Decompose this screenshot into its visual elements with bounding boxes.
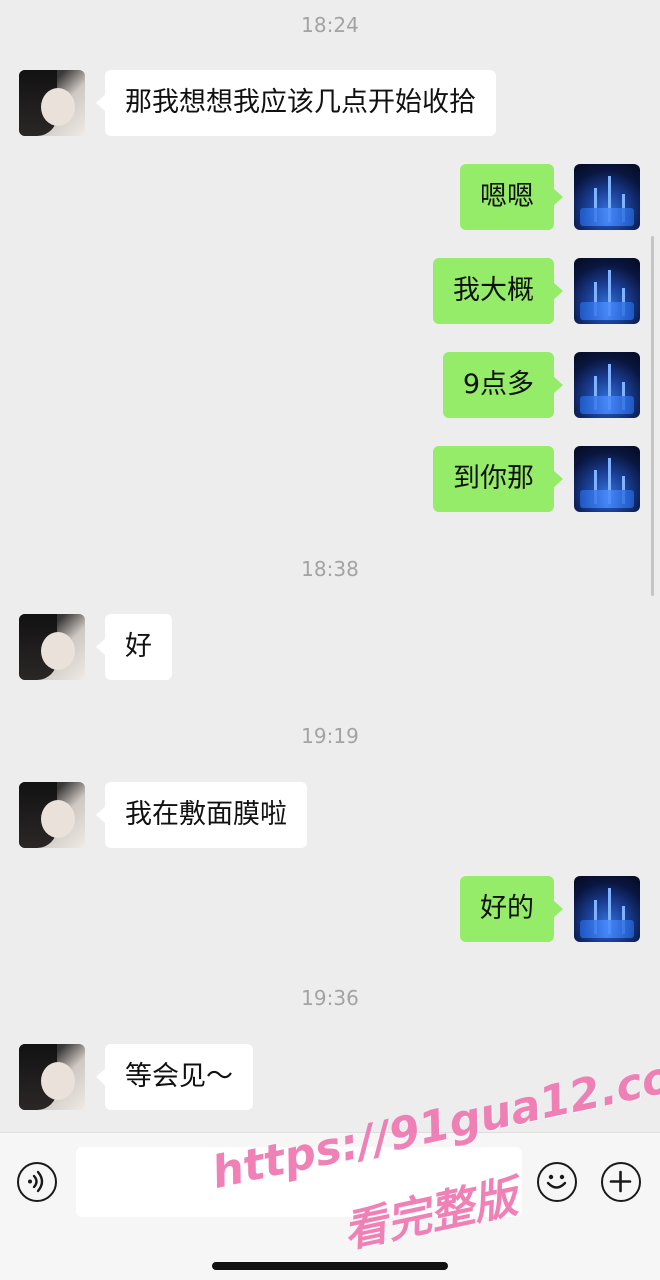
my-avatar[interactable] [574,446,640,512]
chat-message-list[interactable]: 18:24 那我想想我应该几点开始收拾 嗯嗯 我大概 9点多 到你那 18:38… [0,0,660,1132]
message-bubble-incoming[interactable]: 等会见～ [96,1044,253,1110]
timestamp: 19:19 [301,724,359,748]
message-bubble-outgoing[interactable]: 我大概 [433,258,563,324]
more-options-button[interactable] [601,1162,641,1202]
emoji-icon [546,1174,567,1189]
message-bubble-outgoing[interactable]: 到你那 [433,446,563,512]
message-bubble-outgoing[interactable]: 9点多 [442,352,564,418]
my-avatar[interactable] [574,352,640,418]
contact-avatar[interactable] [19,70,85,136]
more-options-icon [609,1170,632,1193]
my-avatar[interactable] [574,164,640,230]
contact-avatar[interactable] [19,1044,85,1110]
timestamp: 18:38 [301,557,359,581]
message-bubble-outgoing[interactable]: 好的 [460,876,563,942]
timestamp: 19:36 [301,986,359,1010]
message-bubble-incoming[interactable]: 我在敷面膜啦 [96,782,307,848]
my-avatar[interactable] [574,258,640,324]
timestamp: 18:24 [301,13,359,37]
my-avatar[interactable] [574,876,640,942]
home-indicator[interactable] [212,1262,448,1270]
message-bubble-incoming[interactable]: 那我想想我应该几点开始收拾 [96,70,496,136]
message-bubble-incoming[interactable]: 好 [96,614,172,680]
voice-input-icon [28,1170,44,1193]
message-bubble-outgoing[interactable]: 嗯嗯 [460,164,563,230]
contact-avatar[interactable] [19,782,85,848]
contact-avatar[interactable] [19,614,85,680]
emoji-button[interactable] [537,1162,577,1202]
scrollbar[interactable] [651,236,654,596]
voice-input-button[interactable] [17,1162,57,1202]
